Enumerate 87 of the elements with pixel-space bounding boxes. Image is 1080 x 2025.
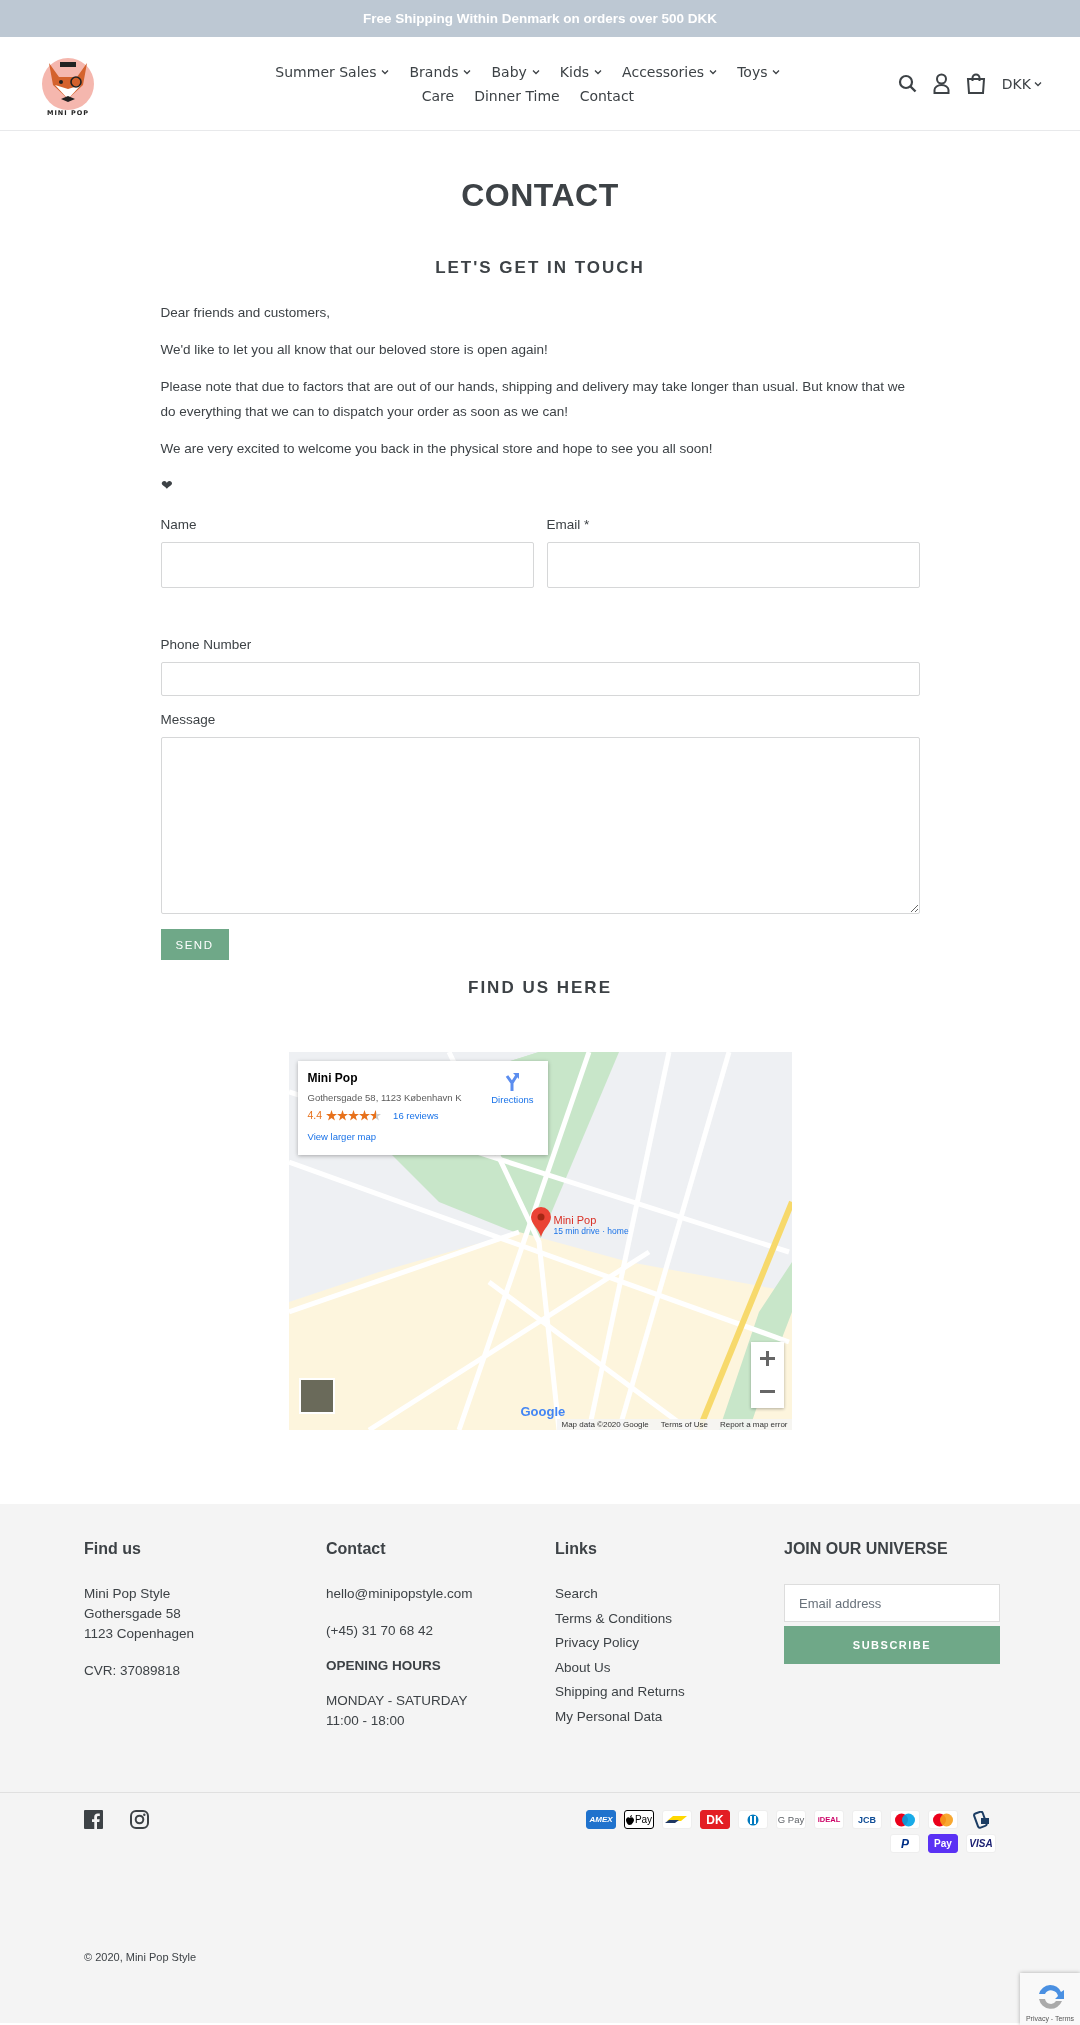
footer-text: Mini Pop Style xyxy=(84,1585,172,1603)
star-icon xyxy=(370,1109,382,1121)
nav-link[interactable]: Kids xyxy=(559,63,603,80)
larger-map-link[interactable]: View larger map xyxy=(307,1131,548,1142)
paragraph: Please note that due to factors that are out of our hands, shipping and delivery may take longer than usual. But know that we do everything that we can to dispatch your order as soon as we can! xyxy=(160,378,906,421)
rating-value: 4.4 xyxy=(307,1109,323,1121)
star-icon xyxy=(348,1109,360,1121)
payment-logo: VISA xyxy=(966,1834,996,1853)
footer-text: MONDAY - SATURDAY xyxy=(326,1692,469,1710)
payment-logo: G Pay xyxy=(776,1810,806,1829)
footer-text: hello@minipopstyle.com xyxy=(326,1585,474,1603)
footer-link[interactable]: Privacy Policy xyxy=(555,1633,784,1654)
paragraph: We'd like to let you all know that our beloved store is open again! xyxy=(160,341,549,359)
message-field[interactable] xyxy=(160,737,920,914)
satellite-thumbnail[interactable] xyxy=(298,1378,335,1414)
reviews-link[interactable]: 16 reviews xyxy=(393,1109,439,1121)
star-icon xyxy=(337,1109,349,1121)
text-field[interactable] xyxy=(546,542,920,588)
footer-link[interactable]: Terms & Conditions xyxy=(555,1608,784,1629)
zoom-in-icon[interactable] xyxy=(759,1351,775,1366)
footer-text: Gothersgade 58 xyxy=(84,1605,182,1623)
field-label: Email * xyxy=(546,517,591,532)
footer-heading: Links xyxy=(555,1540,598,1558)
place-name: Mini Pop xyxy=(307,1071,358,1085)
payment-logo: Pay xyxy=(624,1810,654,1829)
facebook-icon[interactable] xyxy=(84,1810,103,1829)
report-link[interactable]: Report a map error xyxy=(719,1420,788,1429)
search-icon[interactable] xyxy=(897,74,917,93)
instagram-icon[interactable] xyxy=(130,1810,149,1829)
footer-text: 11:00 - 18:00 xyxy=(326,1712,406,1730)
field-label: Name xyxy=(160,517,198,532)
star-icon xyxy=(359,1109,371,1121)
opening-hours-heading: OPENING HOURS xyxy=(326,1658,442,1673)
payment-logo: P xyxy=(890,1834,920,1853)
payment-logo xyxy=(662,1810,692,1829)
terms-link[interactable]: Terms of Use xyxy=(660,1420,708,1429)
caret-icon xyxy=(1034,80,1042,87)
footer-text: 1123 Copenhagen xyxy=(84,1625,196,1643)
account-icon[interactable] xyxy=(932,73,950,94)
star-icon xyxy=(326,1109,338,1121)
cart-icon[interactable] xyxy=(965,73,986,94)
nav-link[interactable]: Accessories xyxy=(622,63,718,80)
nav-link[interactable]: Toys xyxy=(737,63,781,80)
footer-heading: Contact xyxy=(326,1540,387,1558)
email-field[interactable]: Email address xyxy=(784,1584,1000,1622)
payment-logo: AMEX xyxy=(586,1810,616,1829)
map-logo: Google xyxy=(520,1404,566,1419)
footer-text: CVR: 37089818 xyxy=(84,1662,182,1680)
nav-link[interactable]: Contact xyxy=(579,87,635,104)
footer-link[interactable]: My Personal Data xyxy=(555,1706,784,1727)
payment-logo: DK xyxy=(700,1810,730,1829)
pin-detail: 15 min drive · home xyxy=(553,1226,629,1236)
map-pin-icon[interactable] xyxy=(530,1207,551,1237)
announcement-text: Free Shipping Within Denmark on orders over 500 DKK xyxy=(363,11,717,26)
paragraph: Dear friends and customers, xyxy=(160,304,332,322)
footer-link[interactable]: Shipping and Returns xyxy=(555,1682,784,1703)
map-attribution: Map data ©2020 Google xyxy=(561,1420,649,1429)
field-label: Phone Number xyxy=(160,637,253,652)
payment-logo xyxy=(928,1810,958,1829)
directions-link[interactable]: Directions xyxy=(491,1094,534,1105)
section-heading: LET'S GET IN TOUCH xyxy=(434,258,646,278)
footer-link[interactable]: Search xyxy=(555,1584,784,1605)
payment-logo: JCB xyxy=(852,1810,882,1829)
paragraph: ❤ xyxy=(160,477,174,495)
pin-label: Mini Pop xyxy=(553,1214,597,1226)
place-address: Gothersgade 58, 1123 København K xyxy=(307,1092,462,1103)
text-field[interactable] xyxy=(160,662,920,696)
payment-logo: Pay xyxy=(928,1834,958,1853)
directions-icon[interactable] xyxy=(504,1073,521,1091)
paragraph: We are very excited to welcome you back in the physical store and hope to see you all soon! xyxy=(160,440,714,458)
field-label: Message xyxy=(160,712,217,727)
copyright-text: © 2020, Mini Pop Style xyxy=(84,1951,197,1963)
footer-link[interactable]: About Us xyxy=(555,1657,784,1678)
nav-link[interactable]: Brands xyxy=(409,63,472,80)
nav-link[interactable]: Care xyxy=(421,87,455,104)
footer-heading: Find us xyxy=(84,1540,142,1558)
page-title: CONTACT xyxy=(460,177,620,214)
footer-text: (+45) 31 70 68 42 xyxy=(326,1622,434,1640)
currency-selector[interactable]: DKK xyxy=(1001,75,1042,92)
nav-link[interactable]: Baby xyxy=(491,63,540,80)
nav-link[interactable]: Summer Sales xyxy=(275,63,390,80)
section-heading: FIND US HERE xyxy=(467,978,613,998)
text-field[interactable] xyxy=(160,542,534,588)
nav-link[interactable]: Dinner Time xyxy=(474,87,560,104)
payment-logo xyxy=(890,1810,920,1829)
payment-logo xyxy=(738,1810,768,1829)
footer-heading: JOIN OUR UNIVERSE xyxy=(784,1540,949,1558)
